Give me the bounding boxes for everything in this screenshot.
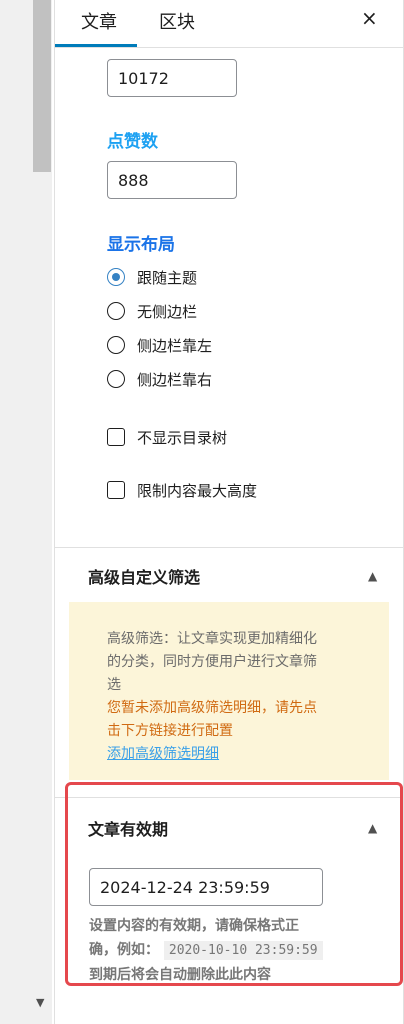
notice-warning-line: 您暂未添加高级筛选明细，请先点	[107, 700, 317, 716]
layout-option-follow-theme[interactable]: 跟随主题	[107, 265, 197, 289]
radio-icon[interactable]	[107, 336, 125, 354]
likes-input[interactable]	[107, 161, 237, 199]
limit-height-checkbox[interactable]: 限制内容最大高度	[107, 478, 257, 502]
scroll-down-arrow-icon[interactable]: ▼	[36, 996, 44, 1009]
likes-label: 点赞数	[107, 132, 158, 152]
hide-toc-checkbox[interactable]: 不显示目录树	[107, 425, 227, 449]
tab-block[interactable]: 区块	[159, 8, 195, 34]
collapse-caret-icon[interactable]: ▲	[368, 821, 377, 835]
radio-checked-icon[interactable]	[107, 268, 125, 286]
example-code: 2020-10-10 23:59:59	[163, 941, 323, 960]
radio-icon[interactable]	[107, 302, 125, 320]
notice-warning-line: 击下方链接进行配置	[107, 723, 233, 739]
option-label: 跟随主题	[137, 268, 198, 287]
radio-icon[interactable]	[107, 370, 125, 388]
help-line: 到期后将会自动删除此此内容	[89, 967, 271, 983]
notice-desc-line: 选	[107, 677, 121, 693]
advanced-filter-title[interactable]: 高级自定义筛选	[88, 564, 200, 588]
checkbox-icon[interactable]	[107, 428, 125, 446]
expiry-title[interactable]: 文章有效期	[88, 816, 168, 840]
expiry-input[interactable]	[89, 868, 323, 906]
help-prefix: 确，例如：	[89, 942, 159, 958]
layout-option-sidebar-right[interactable]: 侧边栏靠右	[107, 367, 212, 391]
layout-option-no-sidebar[interactable]: 无侧边栏	[107, 299, 197, 323]
checkbox-label: 限制内容最大高度	[137, 481, 258, 500]
close-icon[interactable]: ×	[361, 6, 378, 30]
add-filter-link[interactable]: 添加高级筛选明细	[107, 743, 373, 766]
tab-article[interactable]: 文章	[81, 8, 117, 34]
settings-sidebar: 文章 区块 × 点赞数 显示布局 跟随主题 无侧边栏 侧边栏靠左 侧边栏靠右 不…	[54, 0, 404, 1024]
help-line: 设置内容的有效期，请确保格式正	[89, 918, 299, 934]
option-label: 无侧边栏	[137, 302, 198, 321]
active-tab-indicator	[55, 44, 137, 47]
help-line: 确，例如： 2020-10-10 23:59:59	[89, 938, 371, 963]
notice-desc-line: 高级筛选：让文章实现更加精细化	[107, 631, 317, 647]
option-label: 侧边栏靠右	[137, 370, 213, 389]
expiry-help: 设置内容的有效期，请确保格式正 确，例如： 2020-10-10 23:59:5…	[89, 914, 371, 987]
checkbox-label: 不显示目录树	[137, 428, 228, 447]
layout-label: 显示布局	[107, 235, 175, 255]
scrollbar[interactable]: ▼	[0, 0, 52, 1024]
collapse-caret-icon[interactable]: ▲	[368, 569, 377, 583]
advanced-filter-notice: 高级筛选：让文章实现更加精细化 的分类，同时方便用户进行文章筛 选 您暂未添加高…	[69, 602, 389, 780]
layout-option-sidebar-left[interactable]: 侧边栏靠左	[107, 333, 212, 357]
option-label: 侧边栏靠左	[137, 336, 213, 355]
checkbox-icon[interactable]	[107, 481, 125, 499]
scroll-thumb[interactable]	[33, 0, 51, 172]
sidebar-tabs: 文章 区块 ×	[55, 0, 404, 48]
notice-desc-line: 的分类，同时方便用户进行文章筛	[107, 654, 317, 670]
views-input[interactable]	[107, 59, 237, 97]
section-divider	[55, 547, 404, 548]
